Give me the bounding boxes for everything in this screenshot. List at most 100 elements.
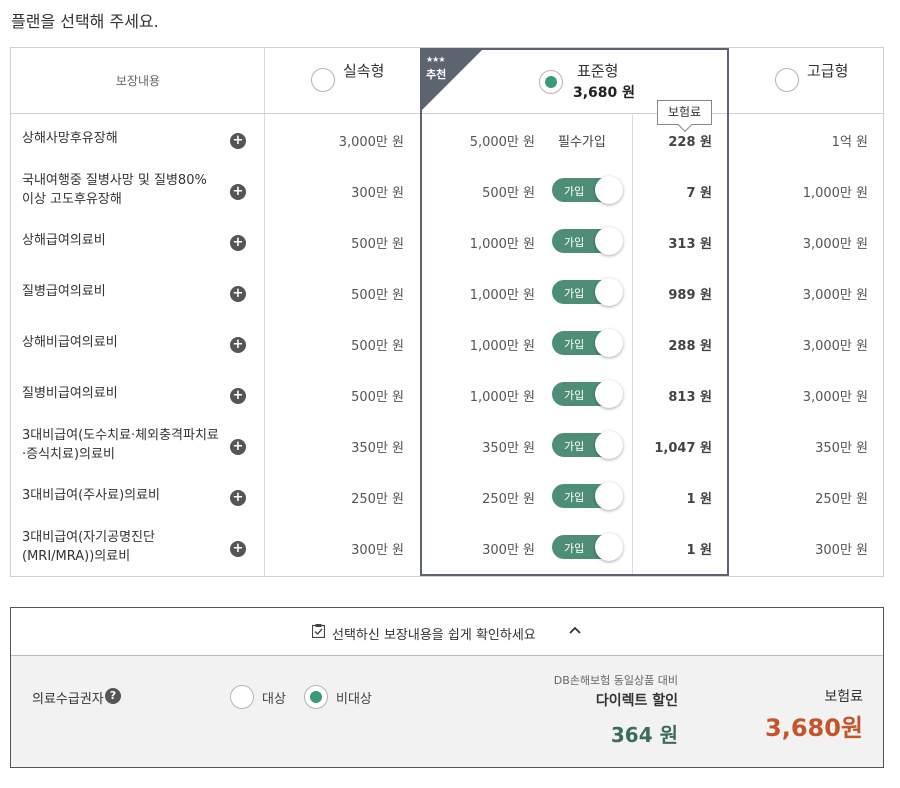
premium-plan-amount: 350만 원 bbox=[815, 441, 868, 456]
discount-caption: DB손해보험 동일상품 대비 bbox=[553, 674, 678, 687]
join-toggle[interactable]: 가입 bbox=[552, 533, 623, 561]
coverage-header: 보장내용 bbox=[115, 74, 161, 88]
ribbon-stars: ★★★ bbox=[426, 55, 445, 64]
expand-plus-icon[interactable]: + bbox=[230, 235, 246, 251]
standard-plan-amount: 1,000만 원 bbox=[469, 288, 535, 303]
join-toggle-label: 가입 bbox=[564, 389, 585, 402]
plan-comparison-table: 보장내용 실속형 표준형 3,680 원 고급형 상해사망후유장해 +3,000만… bbox=[10, 47, 884, 577]
standard-premium: 228 원 bbox=[668, 135, 712, 150]
recommended-ribbon: ★★★ 추천 bbox=[421, 49, 483, 111]
standard-plan-amount: 1,000만 원 bbox=[469, 339, 535, 354]
premium-plan-amount: 3,000만 원 bbox=[802, 237, 868, 252]
join-toggle-label: 가입 bbox=[564, 338, 585, 351]
summary-panel: 선택하신 보장내용을 쉽게 확인하세요 의료수급권자 ? 대상 비대상 DB손해… bbox=[10, 607, 884, 768]
plan-standard-radio[interactable] bbox=[539, 70, 563, 94]
standard-plan-amount: 1,000만 원 bbox=[469, 390, 535, 405]
basic-plan-amount: 300만 원 bbox=[351, 186, 404, 201]
chevron-up-icon[interactable] bbox=[569, 626, 581, 634]
summary-toggle-label: 선택하신 보장내용을 쉽게 확인하세요 bbox=[332, 628, 536, 643]
coverage-label: 3대비급여(주사료)의료비 bbox=[22, 488, 161, 503]
standard-premium-divider bbox=[632, 113, 633, 576]
basic-plan-amount: 250만 원 bbox=[351, 492, 404, 507]
standard-plan-amount: 1,000만 원 bbox=[469, 237, 535, 252]
standard-premium: 1 원 bbox=[686, 492, 712, 507]
medical-aid-target-label[interactable]: 대상 bbox=[262, 688, 286, 707]
table-row: 3대비급여(도수치료·체외충격파치료·증식치료)의료비 +350만 원 350만 원… bbox=[11, 420, 883, 471]
expand-plus-icon[interactable]: + bbox=[230, 337, 246, 353]
join-toggle-label: 가입 bbox=[564, 287, 585, 300]
table-row: 상해급여의료비 +500만 원 1,000만 원 가입 313 원 3,000만 원 bbox=[11, 216, 883, 267]
toggle-knob bbox=[595, 176, 623, 204]
standard-premium: 813 원 bbox=[668, 390, 712, 405]
standard-premium: 313 원 bbox=[668, 237, 712, 252]
plan-basic-header[interactable]: 실속형 bbox=[265, 48, 420, 113]
basic-plan-amount: 350만 원 bbox=[351, 441, 404, 456]
ribbon-label: 추천 bbox=[426, 68, 447, 81]
plan-basic-radio[interactable] bbox=[311, 68, 335, 92]
join-toggle-label: 가입 bbox=[564, 236, 585, 249]
standard-plan-amount: 350만 원 bbox=[482, 441, 535, 456]
expand-plus-icon[interactable]: + bbox=[230, 133, 246, 149]
help-icon[interactable]: ? bbox=[105, 688, 121, 704]
expand-plus-icon[interactable]: + bbox=[230, 439, 246, 455]
join-toggle[interactable]: 가입 bbox=[552, 431, 623, 459]
plan-premium-radio[interactable] bbox=[775, 68, 799, 92]
coverage-label: 3대비급여(도수치료·체외충격파치료·증식치료)의료비 bbox=[22, 428, 219, 462]
toggle-knob bbox=[595, 482, 623, 510]
standard-premium: 288 원 bbox=[668, 339, 712, 354]
join-toggle[interactable]: 가입 bbox=[552, 176, 623, 204]
standard-plan-amount: 300만 원 bbox=[482, 543, 535, 558]
toggle-knob bbox=[595, 533, 623, 561]
premium-plan-amount: 3,000만 원 bbox=[802, 288, 868, 303]
coverage-label: 3대비급여(자기공명진단 (MRI/MRA))의료비 bbox=[22, 530, 155, 564]
plan-premium-header[interactable]: 고급형 bbox=[729, 48, 884, 113]
join-toggle-label: 가입 bbox=[564, 491, 585, 504]
table-row: 질병비급여의료비 +500만 원 1,000만 원 가입 813 원 3,000만 원 bbox=[11, 369, 883, 420]
standard-premium: 1,047 원 bbox=[654, 441, 712, 456]
plan-basic-name: 실속형 bbox=[343, 62, 385, 80]
table-row: 상해비급여의료비 +500만 원 1,000만 원 가입 288 원 3,000만 원 bbox=[11, 318, 883, 369]
coverage-label: 질병급여의료비 bbox=[22, 284, 106, 299]
summary-toggle-bar[interactable]: 선택하신 보장내용을 쉽게 확인하세요 bbox=[11, 608, 883, 656]
toggle-knob bbox=[595, 227, 623, 255]
join-toggle-label: 가입 bbox=[564, 542, 585, 555]
table-row: 국내여행중 질병사망 및 질병80% 이상 고도후유장해 +300만 원 500만 … bbox=[11, 165, 883, 216]
coverage-label: 상해급여의료비 bbox=[22, 233, 106, 248]
expand-plus-icon[interactable]: + bbox=[230, 541, 246, 557]
medical-aid-target-radio[interactable] bbox=[230, 685, 254, 709]
coverage-label: 상해비급여의료비 bbox=[22, 335, 118, 350]
coverage-label: 국내여행중 질병사망 및 질병80% 이상 고도후유장해 bbox=[22, 173, 207, 207]
expand-plus-icon[interactable]: + bbox=[230, 490, 246, 506]
standard-plan-amount: 250만 원 bbox=[482, 492, 535, 507]
join-toggle-label: 가입 bbox=[564, 440, 585, 453]
join-toggle[interactable]: 가입 bbox=[552, 329, 623, 357]
medical-aid-non-target-radio[interactable] bbox=[304, 685, 328, 709]
standard-premium: 7 원 bbox=[686, 186, 712, 201]
expand-plus-icon[interactable]: + bbox=[230, 286, 246, 302]
checklist-icon bbox=[312, 624, 325, 638]
toggle-knob bbox=[595, 380, 623, 408]
toggle-knob bbox=[595, 431, 623, 459]
join-toggle[interactable]: 가입 bbox=[552, 227, 623, 255]
table-row: 3대비급여(자기공명진단 (MRI/MRA))의료비 +300만 원 300만 원 가… bbox=[11, 522, 883, 573]
table-row: 상해사망후유장해 +3,000만 원 5,000만 원 필수가입 228 원 1억 원 bbox=[11, 114, 883, 165]
basic-plan-amount: 500만 원 bbox=[351, 339, 404, 354]
page-title: 플랜을 선택해 주세요. bbox=[11, 12, 159, 31]
join-toggle[interactable]: 가입 bbox=[552, 380, 623, 408]
join-toggle[interactable]: 가입 bbox=[552, 278, 623, 306]
join-toggle[interactable]: 가입 bbox=[552, 482, 623, 510]
basic-plan-amount: 300만 원 bbox=[351, 543, 404, 558]
toggle-knob bbox=[595, 278, 623, 306]
premium-tooltip: 보험료 bbox=[657, 100, 712, 125]
expand-plus-icon[interactable]: + bbox=[230, 184, 246, 200]
premium-plan-amount: 250만 원 bbox=[815, 492, 868, 507]
basic-plan-amount: 500만 원 bbox=[351, 390, 404, 405]
medical-aid-non-target-label[interactable]: 비대상 bbox=[336, 688, 372, 707]
expand-plus-icon[interactable]: + bbox=[230, 388, 246, 404]
coverage-label: 상해사망후유장해 bbox=[22, 131, 118, 146]
standard-premium: 1 원 bbox=[686, 543, 712, 558]
coverage-label: 질병비급여의료비 bbox=[22, 386, 118, 401]
plan-standard-price: 3,680 원 bbox=[573, 85, 636, 101]
table-row: 3대비급여(주사료)의료비 +250만 원 250만 원 가입 1 원 250만 원 bbox=[11, 471, 883, 522]
premium-plan-amount: 3,000만 원 bbox=[802, 390, 868, 405]
